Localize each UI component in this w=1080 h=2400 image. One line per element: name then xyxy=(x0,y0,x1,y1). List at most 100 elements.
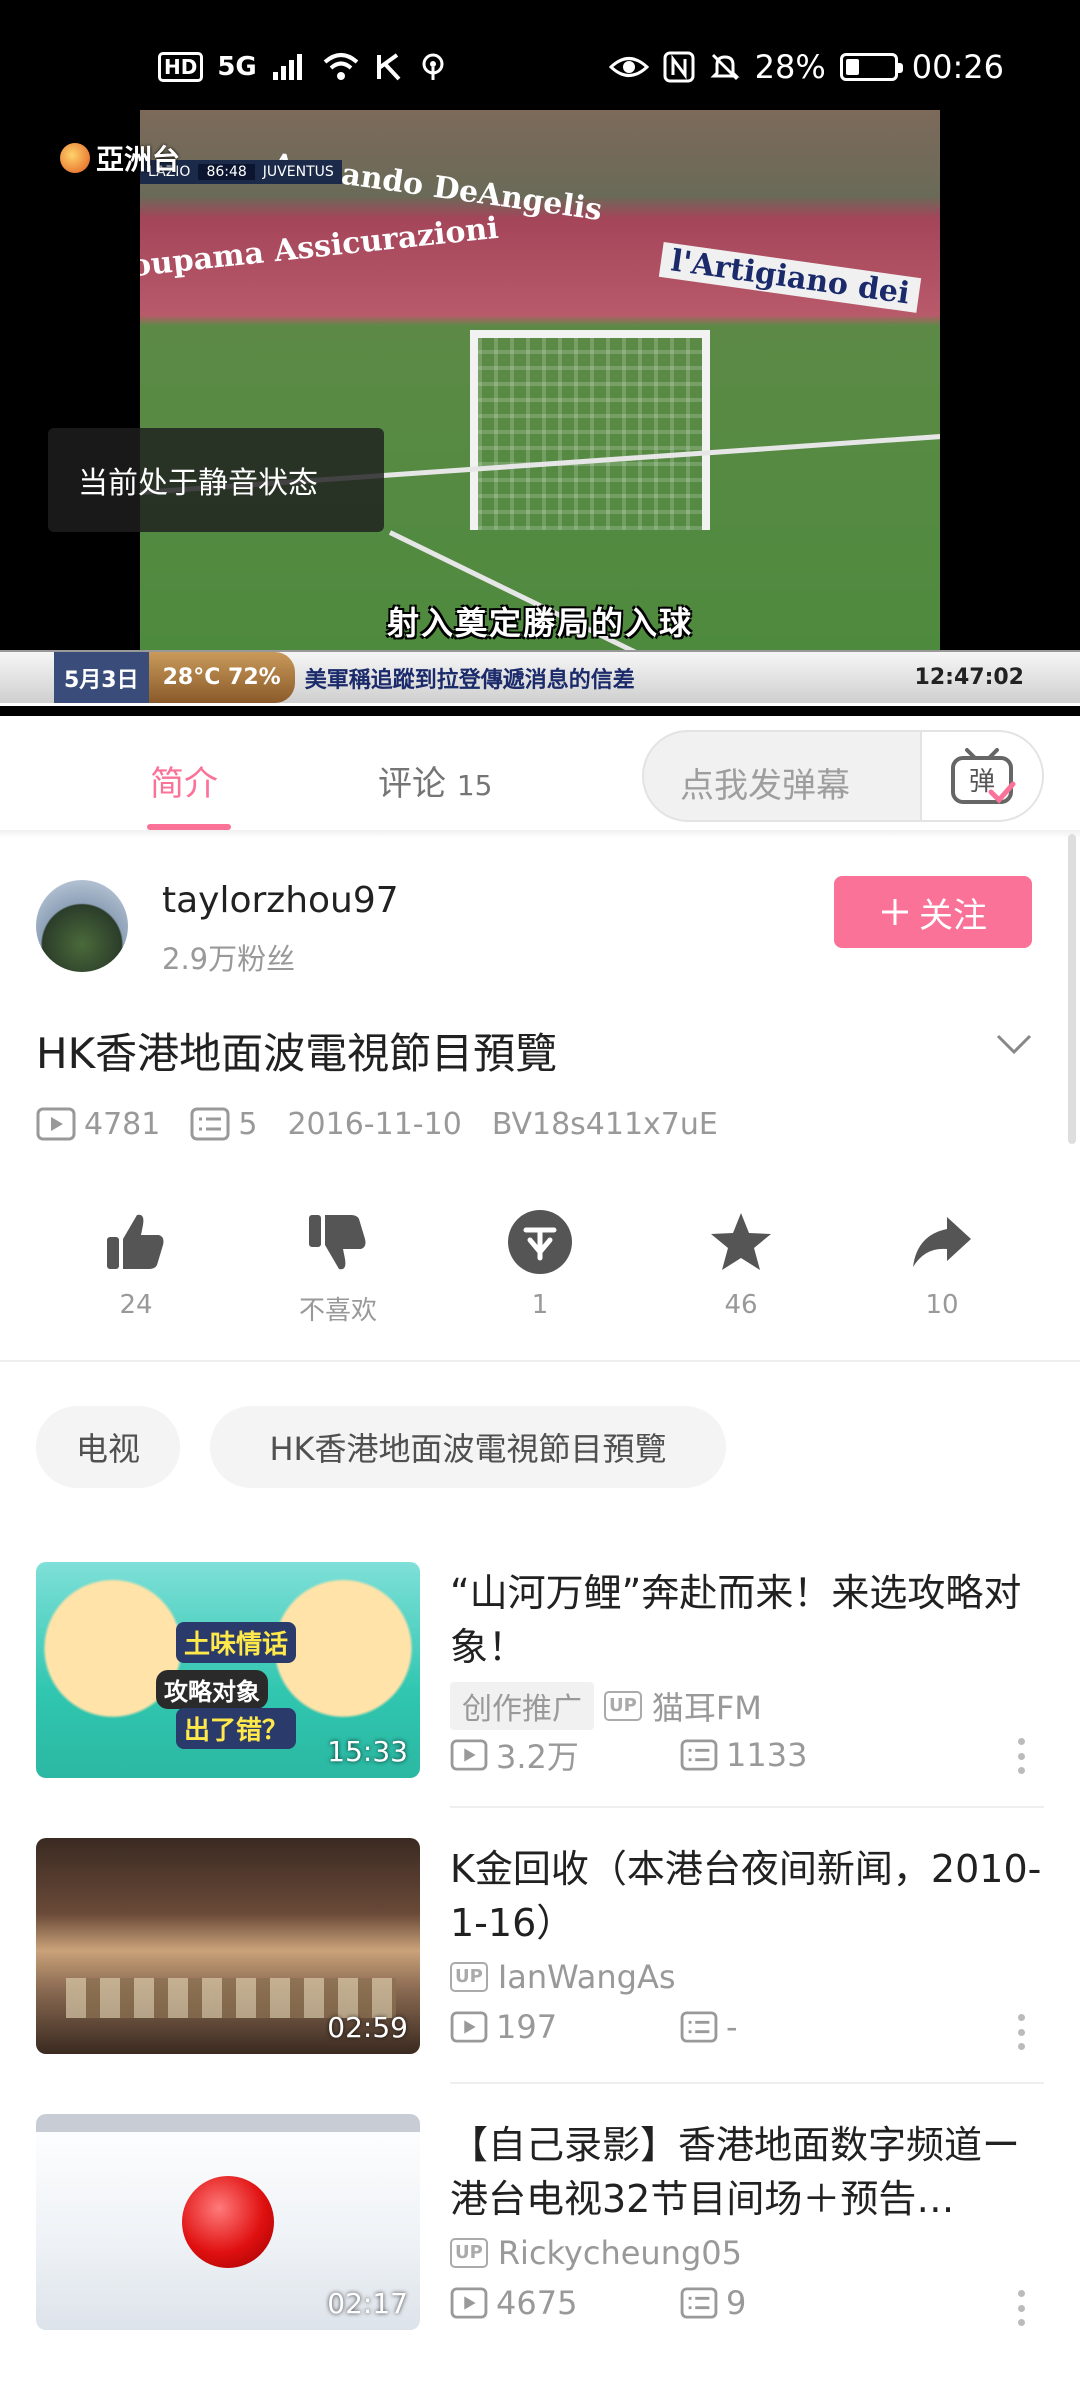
channel-logo-icon xyxy=(60,143,90,173)
coin-icon xyxy=(508,1210,572,1274)
dislike-button[interactable]: 不喜欢 xyxy=(258,1202,418,1327)
more-icon[interactable] xyxy=(1016,2014,1026,2050)
star-icon xyxy=(711,1213,771,1270)
list-item[interactable]: 02:17 【自己录影】香港地面数字频道ー港台电视32节目间场＋预告… UP R… xyxy=(0,2114,1080,2390)
wifi-icon xyxy=(323,53,359,80)
related-views: 4675 xyxy=(496,2284,578,2322)
nfc-icon xyxy=(663,51,695,83)
video-frame: Armando DeAngelis oupama Assicurazioni l… xyxy=(140,110,940,650)
thumbnail: 02:59 xyxy=(36,1838,420,2054)
tab-intro[interactable]: 简介 xyxy=(150,756,218,805)
thumbnail: 土味情话 攻略对象 出了错？ 15:33 xyxy=(36,1562,420,1778)
favorite-button[interactable]: 46 xyxy=(661,1202,821,1320)
ticker-clock: 12:47:02 xyxy=(914,665,1024,690)
thumbs-up-icon xyxy=(107,1214,164,1269)
danmaku-input-box[interactable]: 点我发弹幕 弹 xyxy=(642,730,1044,822)
hotspot-icon xyxy=(422,53,444,80)
danmaku-count: 5 xyxy=(238,1106,258,1142)
bvid: BV18s411x7uE xyxy=(491,1106,718,1142)
coin-button[interactable]: 1 xyxy=(460,1202,620,1320)
danmaku-icon: 弹 xyxy=(951,748,1016,804)
danmaku-count-icon xyxy=(680,2287,718,2319)
up-icon: UP xyxy=(604,1691,642,1721)
battery-icon xyxy=(839,53,903,81)
dislike-label: 不喜欢 xyxy=(298,1296,377,1326)
status-right: 28% 00:26 xyxy=(608,44,1004,90)
scrollbar[interactable] xyxy=(1068,834,1076,1144)
uploader-name[interactable]: taylorzhou97 xyxy=(162,880,399,921)
play-count-icon xyxy=(450,1739,488,1771)
danmaku-input[interactable]: 点我发弹幕 xyxy=(680,758,850,807)
play-count-icon xyxy=(450,2287,488,2319)
tag-chip[interactable]: 电视 xyxy=(36,1406,180,1488)
list-item[interactable]: 土味情话 攻略对象 出了错？ 15:33 “山河万鲤”奔赴而来！来选攻略对象！ … xyxy=(0,1562,1080,1838)
eye-icon xyxy=(608,57,649,77)
related-up: Rickycheung05 xyxy=(497,2234,743,2272)
more-icon[interactable] xyxy=(1016,2290,1026,2326)
share-count: 10 xyxy=(925,1290,959,1320)
coin-count: 1 xyxy=(531,1290,549,1320)
video-meta: 4781 5 2016-11-10 BV18s411x7uE xyxy=(36,1104,748,1144)
play-count-icon xyxy=(36,1107,76,1141)
channel-logo: 亞洲台 xyxy=(60,138,180,178)
more-icon[interactable] xyxy=(1016,1738,1026,1774)
ticker-news: 美軍稱追蹤到拉登傳遞消息的信差 xyxy=(304,667,635,693)
avatar[interactable] xyxy=(36,880,128,972)
view-count: 4781 xyxy=(84,1106,161,1142)
network-label: 5G xyxy=(217,52,257,82)
danmaku-count-icon xyxy=(190,1107,230,1141)
thumbnail: 02:17 xyxy=(36,2114,420,2330)
action-bar: 24 不喜欢 1 46 10 xyxy=(0,1202,1080,1332)
related-danmaku: 1133 xyxy=(726,1736,808,1774)
ad-board-3: l'Artigiano dei xyxy=(658,242,922,313)
related-views: 3.2万 xyxy=(496,1738,579,1776)
publish-date: 2016-11-10 xyxy=(287,1106,462,1142)
related-danmaku: 9 xyxy=(726,2284,747,2322)
video-title: HK香港地面波電視節目預覽 xyxy=(36,1029,558,1078)
duration: 02:17 xyxy=(327,2287,408,2320)
danmaku-toggle-button[interactable]: 弹 xyxy=(920,732,1042,820)
news-ticker: 5月3日 28°C 72% 美軍稱追蹤到拉登傳遞消息的信差 12:47:02 xyxy=(0,650,1080,706)
favorite-count: 46 xyxy=(724,1290,758,1320)
ticker-weather: 28°C 72% xyxy=(148,652,295,703)
related-views: 197 xyxy=(496,2008,558,2046)
list-item[interactable]: 02:59 K金回收（本港台夜间新闻，2010-1-16） UP IanWang… xyxy=(0,1838,1080,2114)
k-icon xyxy=(376,53,401,81)
share-icon xyxy=(913,1217,971,1267)
chevron-down-icon[interactable] xyxy=(994,1030,1034,1060)
like-count: 24 xyxy=(119,1290,153,1320)
battery-percent: 28% xyxy=(754,48,826,86)
related-title: “山河万鲤”奔赴而来！来选攻略对象！ xyxy=(450,1571,1022,1669)
tab-comments-count: 15 xyxy=(456,769,493,802)
status-bar: HD 5G 28% 00:26 xyxy=(0,0,1080,110)
related-title: K金回收（本港台夜间新闻，2010-1-16） xyxy=(450,1847,1042,1945)
goal-net xyxy=(470,330,710,530)
thumbs-down-icon xyxy=(309,1215,366,1270)
danmaku-count-icon xyxy=(680,1739,718,1771)
follow-button[interactable]: 关注 xyxy=(834,876,1032,948)
duration: 15:33 xyxy=(327,1735,408,1768)
tag-chip[interactable]: HK香港地面波電視節目預覽 xyxy=(210,1406,726,1488)
duration: 02:59 xyxy=(327,2011,408,2044)
play-count-icon xyxy=(450,2011,488,2043)
promo-badge: 创作推广 xyxy=(450,1682,594,1730)
video-subtitle: 射入奠定勝局的入球 xyxy=(386,604,693,642)
plus-icon xyxy=(882,899,908,925)
bell-off-icon xyxy=(710,53,740,81)
tab-comments[interactable]: 评论 15 xyxy=(378,756,492,805)
like-button[interactable]: 24 xyxy=(56,1202,216,1320)
share-button[interactable]: 10 xyxy=(862,1202,1022,1320)
up-icon: UP xyxy=(450,1962,488,1992)
tab-comments-label: 评论 xyxy=(378,764,446,804)
up-icon: UP xyxy=(450,2238,488,2268)
video-player[interactable]: Armando DeAngelis oupama Assicurazioni l… xyxy=(0,110,1080,716)
hd-indicator: HD xyxy=(158,52,204,82)
related-title: 【自己录影】香港地面数字频道ー港台电视32节目间场＋预告… xyxy=(450,2123,1021,2221)
ad-board-2: oupama Assicurazioni xyxy=(140,210,501,285)
danmaku-count-icon xyxy=(680,2011,718,2043)
clock: 00:26 xyxy=(911,48,1004,86)
status-left: HD 5G xyxy=(158,44,449,90)
related-up: 猫耳FM xyxy=(651,1689,762,1727)
ticker-date: 5月3日 xyxy=(54,652,149,703)
signal-icon xyxy=(272,54,302,80)
